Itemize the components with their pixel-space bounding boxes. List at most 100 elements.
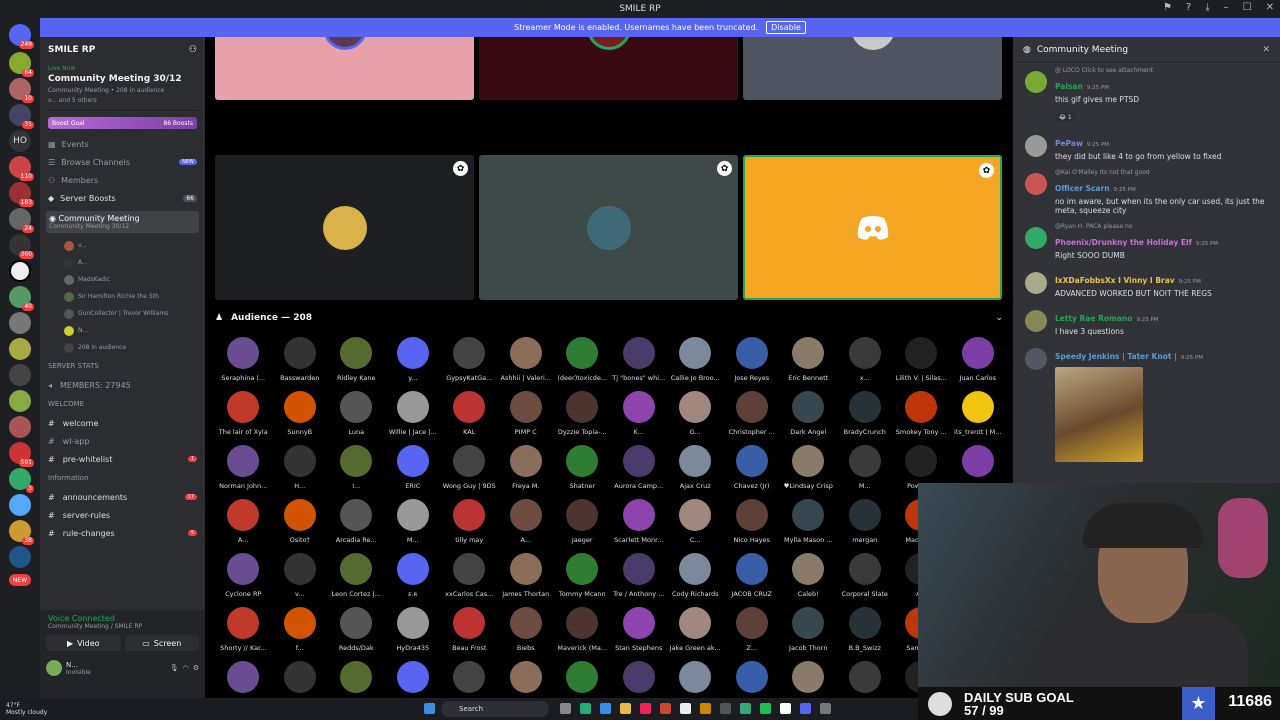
app-icon[interactable] [780,703,791,714]
audience-member[interactable] [667,661,724,698]
audience-member[interactable]: Scarlett Monr... [611,499,668,553]
audience-member[interactable]: Leon Cortez |... [328,553,385,607]
audience-member[interactable]: ᴇ.ʀ [385,553,442,607]
reply-preview[interactable]: @Kai O'Malley Its not that good [1055,169,1270,176]
avatar[interactable] [1025,348,1047,370]
category-server-stats[interactable]: SERVER STATS [40,356,205,376]
audience-member[interactable]: ERIC [385,445,442,499]
download-icon[interactable]: ⤓ [1205,2,1209,13]
voice-member[interactable]: v... [40,237,205,254]
dm-home-icon[interactable]: 249 [9,24,34,49]
server-icon[interactable]: 24 [9,208,34,233]
reply-preview[interactable]: @ LOCO Click to see attachment [1055,67,1270,74]
live-event-card[interactable]: Live Now Community Meeting 30/12 Communi… [46,63,199,111]
category-welcome[interactable]: WELCOME [40,394,205,414]
avatar[interactable] [1025,310,1047,332]
audience-member[interactable]: H... [272,445,329,499]
audience-member[interactable]: JACOB CRUZ [724,553,781,607]
speaker-tile[interactable] [215,37,474,100]
speaker-tile-speaking[interactable]: ✿ [743,155,1002,300]
audience-member[interactable]: Wong Guy | 9DS [441,445,498,499]
channel-server-rules[interactable]: # server-rules [40,506,205,524]
taskbar-search[interactable]: Search [441,701,549,717]
server-icon[interactable]: 64 [9,52,34,77]
weather-widget[interactable]: 47°F Mostly cloudy [0,702,47,716]
voice-member[interactable]: A... [40,254,205,271]
server-icon[interactable]: 183 [9,182,34,207]
mic-icon[interactable]: 🎙 [170,664,179,672]
audience-member[interactable]: Stan Stephens [611,607,668,661]
audience-member[interactable]: Chavez (Jr) [724,445,781,499]
folder-icon[interactable] [620,703,631,714]
avatar[interactable] [1025,135,1047,157]
audience-member[interactable]: f... [272,607,329,661]
audience-member[interactable]: xxCarlos Cas... [441,553,498,607]
voice-member[interactable]: MadsKadic [40,271,205,288]
audience-member[interactable] [837,661,894,698]
server-icon[interactable] [9,390,31,412]
audience-member[interactable] [215,661,272,698]
author-name[interactable]: Phoenix/Drunkny the Holiday Elf [1055,238,1192,247]
voice-member[interactable]: GunCollector | Trevor Williams [40,305,205,322]
chat-message[interactable]: PePaw 9:25 PM they did but like 4 to go fr… [1013,127,1280,165]
server-icon[interactable]: 360 [9,234,34,259]
server-icon[interactable] [9,494,31,516]
author-name[interactable]: Speedy Jenkins | Tater Knot | [1055,352,1177,361]
nav-server-boosts[interactable]: ◆ Server Boosts 66 [40,189,205,207]
avatar[interactable] [1025,272,1047,294]
channel-welcome[interactable]: # welcome [40,414,205,432]
server-folder[interactable]: HO [9,130,31,152]
app-icon[interactable] [700,703,711,714]
audience-member[interactable] [724,661,781,698]
audience-member[interactable]: Jake Green ak... [667,607,724,661]
chat-message[interactable]: @Ryan H. PACA please no Phoenix/Drunkny t… [1013,219,1280,264]
discord-taskbar-icon[interactable] [800,703,811,714]
audience-member[interactable]: Mylla Mason ... [780,499,837,553]
speaker-tile[interactable] [479,37,738,100]
server-icon[interactable]: 31 [9,104,34,129]
audience-member[interactable]: GypsyKatGa... [441,337,498,391]
audience-member[interactable]: Ridley Kane [328,337,385,391]
audience-member[interactable]: KAL [441,391,498,445]
voice-channel-active[interactable]: ◉ Community Meeting Community Meeting 30… [46,211,199,233]
chrome-icon[interactable] [600,703,611,714]
audience-member[interactable]: Shatner [554,445,611,499]
close-chat-icon[interactable]: ✕ [1262,45,1270,55]
audience-member[interactable]: (deer)toxicde... [554,337,611,391]
audience-member[interactable]: Beau Frost [441,607,498,661]
server-icon[interactable] [9,338,31,360]
audience-member[interactable]: Ashhii | Valeri... [498,337,555,391]
spotify-icon[interactable] [760,703,771,714]
audience-member[interactable] [611,661,668,698]
audience-member[interactable]: K... [611,391,668,445]
stat-members[interactable]: ◂ MEMBERS: 27945 [40,376,205,394]
boost-goal-bar[interactable]: Boost Goal 86 Boosts [48,117,197,129]
audience-member[interactable] [780,661,837,698]
voice-connected-sub[interactable]: Community Meeting / SMILE RP [40,623,205,630]
app-icon[interactable] [740,703,751,714]
audience-member[interactable] [441,661,498,698]
audience-member[interactable]: The lair of Xyla [215,391,272,445]
disable-streamer-mode-button[interactable]: Disable [766,21,806,34]
nav-browse-channels[interactable]: ☰ Browse Channels NEW [40,153,205,171]
close-window-button[interactable]: ✕ [1266,2,1274,13]
audience-member[interactable]: C... [667,499,724,553]
windows-start-icon[interactable] [424,703,435,714]
audience-member[interactable]: Caleb! [780,553,837,607]
audience-member[interactable]: Maverick (Ma... [554,607,611,661]
audience-member[interactable]: Basswarden [272,337,329,391]
audience-member[interactable]: Cyclone RP [215,553,272,607]
audience-member[interactable]: G... [667,391,724,445]
audience-member[interactable] [272,661,329,698]
audience-member[interactable] [554,661,611,698]
nav-members[interactable]: ⚇ Members [40,171,205,189]
audience-member[interactable]: Shorty // Kar... [215,607,272,661]
audience-member[interactable]: Callie Jo Broo... [667,337,724,391]
audience-member[interactable]: Z... [724,607,781,661]
audience-member[interactable]: Osito† [272,499,329,553]
gif-attachment[interactable] [1055,367,1143,462]
audience-header[interactable]: ♟ Audience — 208 ⌄ [215,309,1003,327]
screen-share-button[interactable]: ▭ Screen [124,635,199,651]
avatar[interactable] [1025,173,1047,195]
author-name[interactable]: Officer Scarn [1055,184,1110,193]
